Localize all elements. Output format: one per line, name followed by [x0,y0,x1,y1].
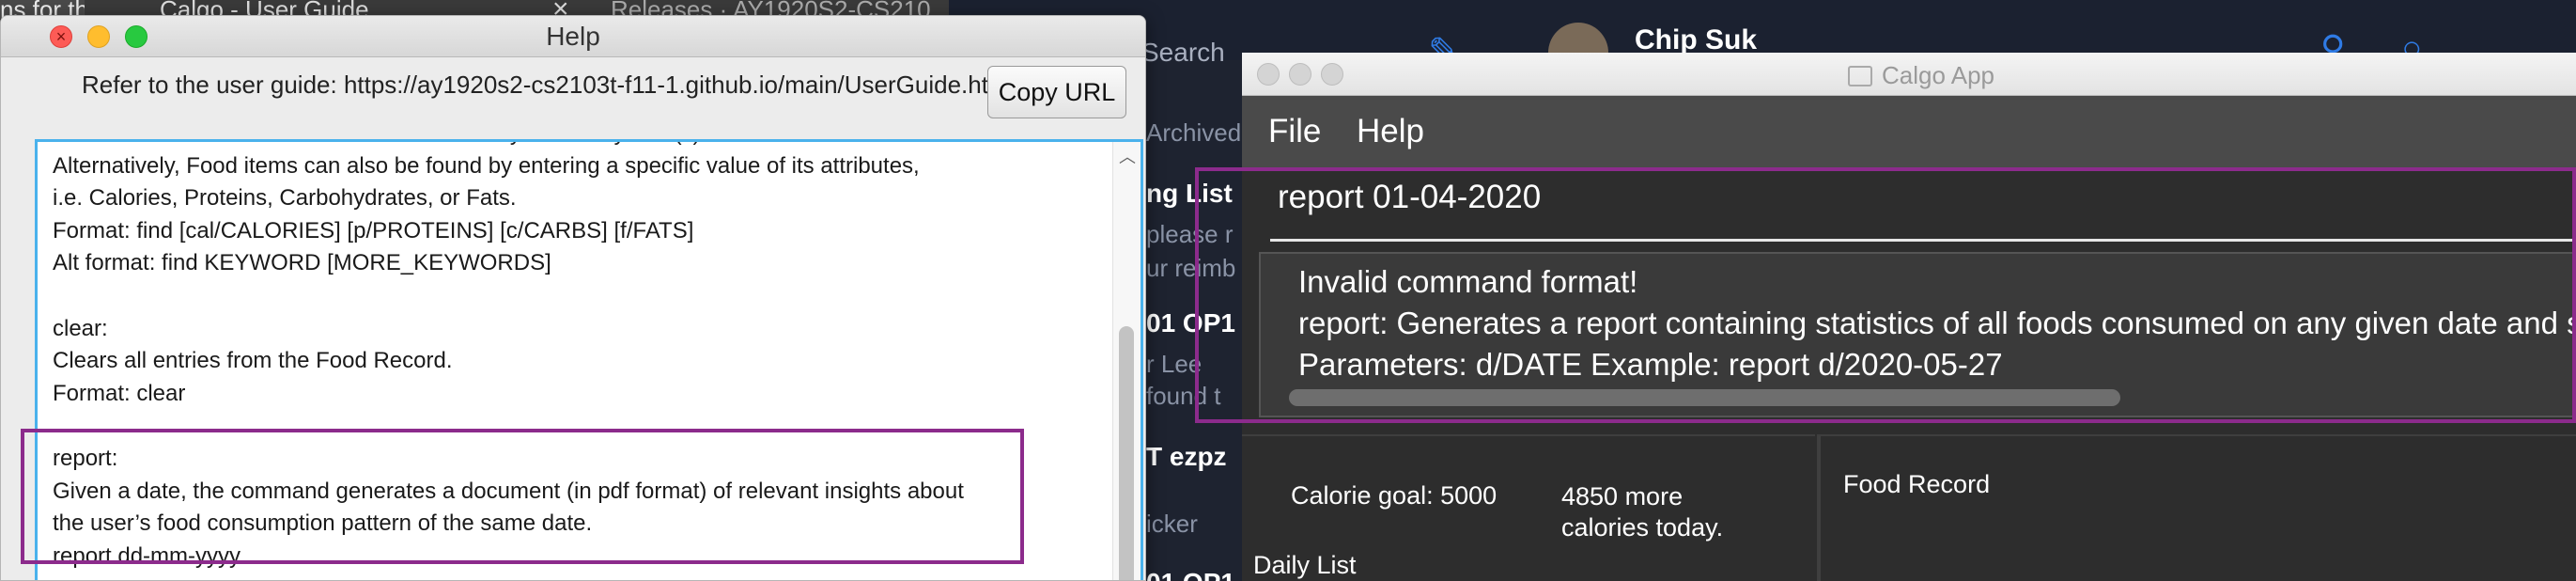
chat-list-item[interactable]: T ezpz [1146,442,1240,472]
chat-list-item[interactable]: 01 OP1 [1146,568,1240,581]
help-line [53,280,964,313]
help-line: Format: find [cal/CALORIES] [p/PROTEINS]… [53,217,694,243]
help-scrollbar[interactable]: ︿ [1112,142,1141,580]
copy-url-button[interactable]: Copy URL [987,66,1126,118]
chat-list-item[interactable]: ng List [1146,179,1240,209]
calorie-goal: Calorie goal: 5000 [1291,481,1497,510]
help-line: report dd-mm-yyyy [53,542,241,569]
help-title-bar: × Help [1,16,1145,57]
minimize-button[interactable] [1289,63,1311,86]
menu-help[interactable]: Help [1357,113,1424,150]
help-line: Clears all entries from the Food Record. [53,348,453,374]
help-line: the user’s food consumption pattern of t… [53,510,593,537]
chat-list-item[interactable]: please r [1146,220,1240,249]
command-underline [1270,239,2576,242]
scroll-up-icon[interactable]: ︿ [1113,144,1141,168]
chat-list-item[interactable]: r Lee [1146,350,1240,379]
help-line: Finds all Food items whose names contain… [53,142,964,150]
help-line [53,410,964,443]
menu-file[interactable]: File [1268,113,1321,150]
help-line: i.e. Calories, Proteins, Carbohydrates, … [53,185,517,212]
calgo-title-bar: Calgo App [1242,53,2576,96]
food-record-panel: Food Record [1817,434,2576,581]
help-line: Alternatively, Food items can also be fo… [53,152,920,179]
help-window: × Help Refer to the user guide: https://… [0,15,1146,581]
menu-bar: File Help [1242,96,2576,171]
help-line: clear: [53,315,108,341]
result-scrollbar[interactable] [1289,389,2120,406]
calories-remaining: 4850 more calories today. [1561,482,1724,542]
result-line: Parameters: d/DATE Example: report d/202… [1298,347,2003,382]
result-line: report: Generates a report containing st… [1298,306,2576,340]
food-record-label: Food Record [1843,470,1991,498]
help-text: Finds all Food items whose names contain… [53,142,964,573]
help-line: Given a date, the command generates a do… [53,478,964,504]
chat-list-item[interactable]: found t [1146,382,1240,411]
help-scroll-thumb[interactable] [1119,326,1134,580]
app-icon [1848,66,1872,86]
help-line: Alt format: find KEYWORD [MORE_KEYWORDS] [53,250,551,276]
help-title: Help [546,22,600,51]
result-line: Invalid command format! [1298,264,1638,299]
chat-list-item[interactable]: ur reimb [1146,254,1240,283]
chat-search[interactable]: Search [1141,38,1225,68]
calgo-app-window: Calgo App File Help report 01-04-2020 In… [1242,53,2576,581]
zoom-button[interactable] [1321,63,1343,86]
contact-name: Chip Suk [1635,24,1758,55]
user-guide-link-text: Refer to the user guide: https://ay1920s… [82,71,1015,99]
chat-list-item[interactable]: Archived [1146,118,1240,148]
chat-list-item[interactable]: icker [1146,510,1240,539]
close-button[interactable] [1257,63,1280,86]
result-display[interactable]: Invalid command format! report: Generates… [1259,252,2576,417]
help-content-area[interactable]: Finds all Food items whose names contain… [35,139,1143,580]
help-line: report: [53,445,118,471]
daily-panel: Calorie goal: 5000 4850 more calories to… [1242,434,1815,581]
result-text: Invalid command format! report: Generates… [1298,261,2576,385]
help-line: Format: clear [53,380,186,406]
command-input[interactable]: report 01-04-2020 [1278,179,1541,216]
daily-list-label: Daily List [1253,551,1357,579]
chat-list-item[interactable]: 01 OP1 [1146,308,1240,338]
calgo-title: Calgo App [1848,61,1994,90]
